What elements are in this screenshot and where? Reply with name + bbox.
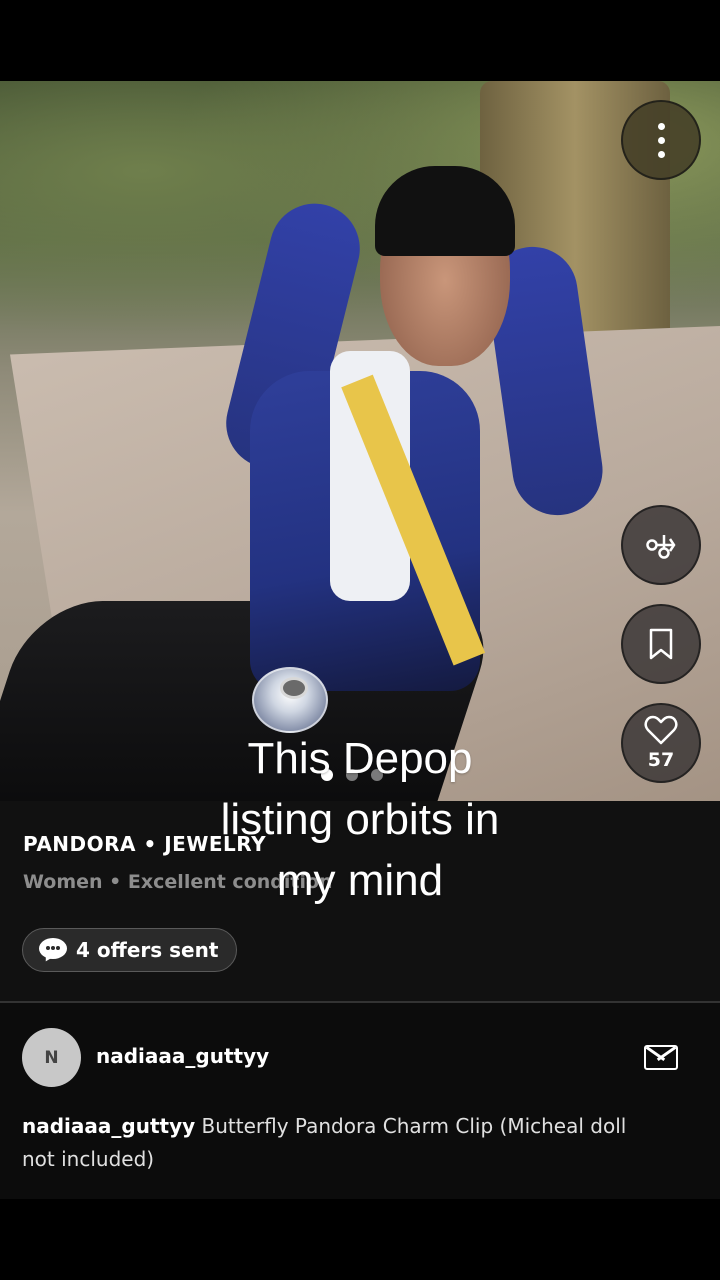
heart-icon — [644, 715, 678, 745]
offers-badge[interactable]: 4 offers sent — [22, 928, 238, 972]
video-caption-overlay: This Depop listing orbits in my mind — [220, 734, 500, 905]
save-button[interactable] — [621, 604, 701, 684]
description-username[interactable]: nadiaaa_guttyy — [22, 1114, 195, 1138]
offers-label: 4 offers sent — [76, 938, 219, 962]
like-button[interactable]: 57 — [621, 703, 701, 783]
speech-bubble-icon — [39, 938, 67, 964]
bookmark-icon — [649, 628, 673, 660]
like-count: 57 — [647, 749, 675, 771]
more-vertical-icon — [657, 122, 665, 158]
mail-icon[interactable] — [644, 1045, 678, 1070]
seller-avatar[interactable]: N — [22, 1028, 81, 1087]
more-options-button[interactable] — [621, 100, 701, 180]
doll-hair — [375, 166, 515, 256]
bottom-bar — [0, 1199, 720, 1280]
share-icon — [646, 535, 676, 559]
listing-description: nadiaaa_guttyy Butterfly Pandora Charm C… — [22, 1110, 662, 1176]
pandora-charm — [252, 667, 328, 733]
product-photo[interactable] — [0, 81, 720, 801]
seller-username[interactable]: nadiaaa_guttyy — [96, 1044, 269, 1068]
share-button[interactable] — [621, 505, 701, 585]
